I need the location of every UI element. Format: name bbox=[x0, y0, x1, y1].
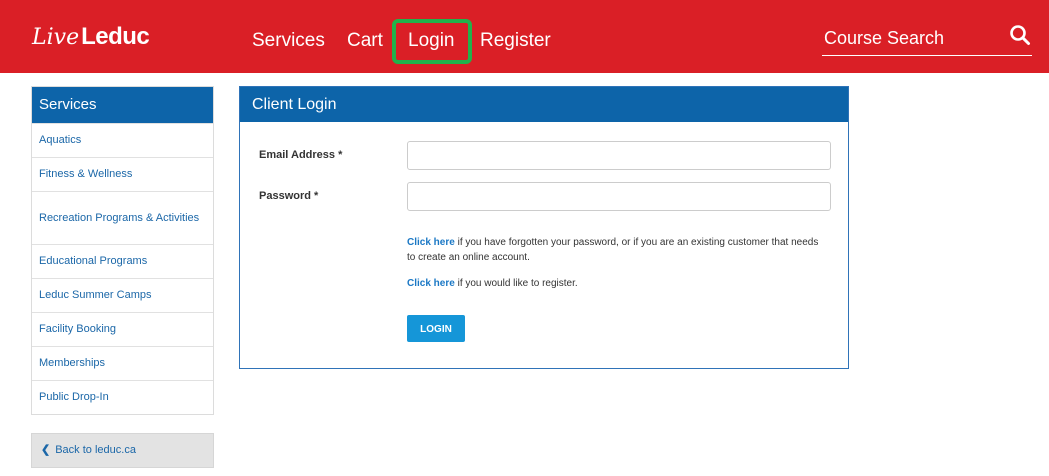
client-login-panel: Client Login Email Address * Password * … bbox=[239, 86, 849, 369]
sidebar-item-label: Educational Programs bbox=[39, 255, 148, 267]
sidebar-item-facility-booking[interactable]: Facility Booking bbox=[32, 312, 213, 346]
sidebar-item-label: Aquatics bbox=[39, 134, 82, 146]
forgot-password-link[interactable]: Click here bbox=[407, 237, 455, 248]
top-header: LiveLeduc Services Cart Login Register bbox=[0, 0, 1049, 73]
panel-title: Client Login bbox=[240, 87, 848, 122]
sidebar-item-memberships[interactable]: Memberships bbox=[32, 346, 213, 380]
email-label: Email Address * bbox=[259, 149, 343, 161]
back-button-label: Back to leduc.ca bbox=[55, 444, 136, 456]
search-icon[interactable] bbox=[1009, 24, 1031, 46]
sidebar-item-label: Leduc Summer Camps bbox=[39, 289, 152, 301]
sidebar-item-label: Recreation Programs & Activities bbox=[39, 211, 200, 224]
sidebar-item-label: Public Drop-In bbox=[39, 391, 109, 403]
services-sidebar: Services Aquatics Fitness & Wellness Rec… bbox=[31, 86, 214, 415]
password-label: Password * bbox=[259, 190, 319, 202]
logo-script-text: Live bbox=[32, 25, 80, 50]
forgot-password-description: if you have forgotten your password, or … bbox=[407, 237, 819, 263]
logo-main-text: Leduc bbox=[81, 23, 150, 50]
nav-register-link[interactable]: Register bbox=[480, 29, 551, 53]
sidebar-item-label: Facility Booking bbox=[39, 323, 117, 335]
course-search-input[interactable] bbox=[822, 22, 1032, 56]
sidebar-item-educational-programs[interactable]: Educational Programs bbox=[32, 244, 213, 278]
forgot-password-text: Click here if you have forgotten your pa… bbox=[407, 235, 827, 265]
sidebar-item-aquatics[interactable]: Aquatics bbox=[32, 123, 213, 157]
sidebar-title: Services bbox=[32, 87, 213, 123]
email-field[interactable] bbox=[407, 141, 831, 170]
live-leduc-logo[interactable]: LiveLeduc bbox=[32, 22, 150, 53]
sidebar-item-label: Memberships bbox=[39, 357, 106, 369]
register-text: Click here if you would like to register… bbox=[407, 276, 827, 291]
sidebar-item-fitness-wellness[interactable]: Fitness & Wellness bbox=[32, 157, 213, 191]
sidebar-item-summer-camps[interactable]: Leduc Summer Camps bbox=[32, 278, 213, 312]
nav-login-link[interactable]: Login bbox=[408, 29, 455, 53]
back-to-leduc-button[interactable]: ❮ Back to leduc.ca bbox=[31, 433, 214, 468]
chevron-left-icon: ❮ bbox=[41, 444, 51, 456]
sidebar-item-recreation-programs[interactable]: Recreation Programs & Activities bbox=[32, 191, 213, 244]
login-button[interactable]: LOGIN bbox=[407, 315, 465, 342]
register-description: if you would like to register. bbox=[454, 278, 578, 289]
sidebar-item-public-drop-in[interactable]: Public Drop-In bbox=[32, 380, 213, 414]
password-field[interactable] bbox=[407, 182, 831, 211]
register-link[interactable]: Click here bbox=[407, 278, 455, 289]
nav-cart-link[interactable]: Cart bbox=[347, 29, 383, 53]
nav-services-link[interactable]: Services bbox=[252, 29, 325, 53]
sidebar-item-label: Fitness & Wellness bbox=[39, 168, 133, 180]
